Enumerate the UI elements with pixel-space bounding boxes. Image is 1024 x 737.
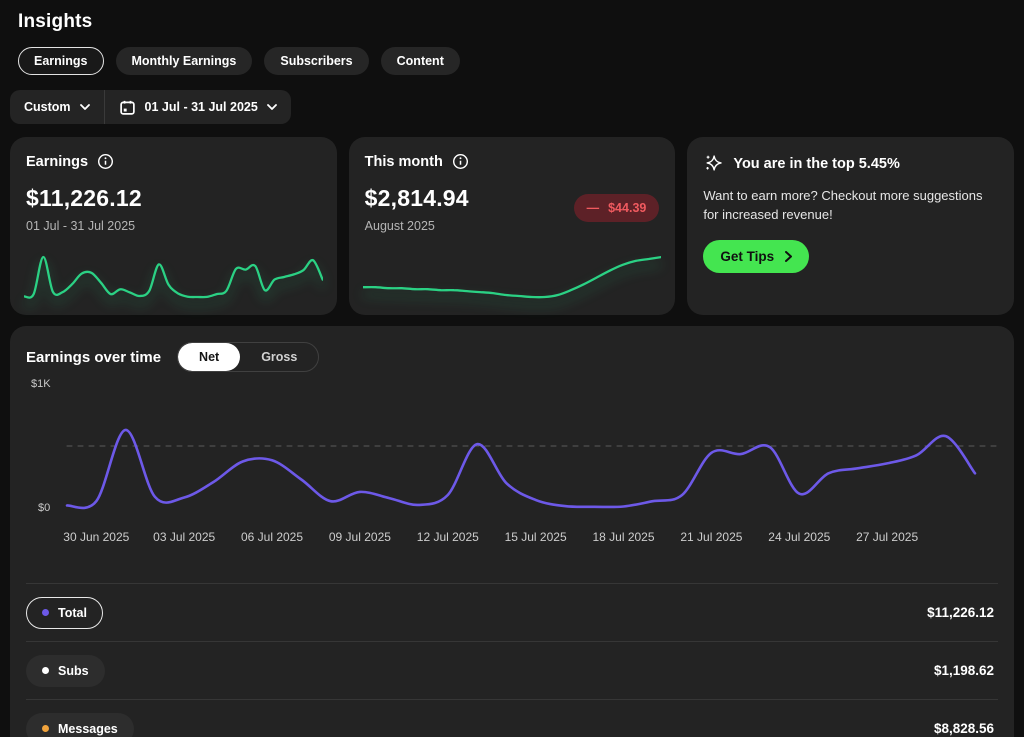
date-filter-bar: Custom 01 Jul - 31 Jul 2025 [10,90,291,124]
legend-value-subs: $1,198.62 [933,663,994,678]
chevron-down-icon [79,104,90,110]
earnings-over-time-panel: Earnings over time Net Gross $1K $0 30 J… [10,326,1014,737]
x-axis-tick: 27 Jul 2025 [856,530,919,544]
calendar-icon [119,99,136,116]
chart-canvas [65,428,998,510]
date-range-dropdown[interactable]: 01 Jul - 31 Jul 2025 [105,90,291,124]
legend-row-total: Total $11,226.12 [26,583,998,641]
tips-card-title: You are in the top 5.45% [733,155,900,172]
total-dot-icon [42,609,49,616]
legend-row-messages: Messages $8,828.56 [26,699,998,737]
tab-earnings[interactable]: Earnings [18,47,104,75]
earnings-sparkline [22,249,324,305]
messages-dot-icon [42,725,49,732]
x-axis-tick: 30 Jun 2025 [63,530,130,544]
legend-pill-messages[interactable]: Messages [26,712,134,737]
earnings-amount: $11,226.12 [26,185,142,211]
legend-label-subs: Subs [58,663,89,678]
legend-value-total: $11,226.12 [927,605,994,620]
line-chart[interactable]: $1K $0 [26,376,998,528]
delta-amount: $44.39 [608,201,647,215]
tab-monthly-earnings[interactable]: Monthly Earnings [115,47,253,75]
x-axis-tick: 12 Jul 2025 [416,530,479,544]
tips-card: You are in the top 5.45% Want to earn mo… [687,137,1015,315]
earnings-period: 01 Jul - 31 Jul 2025 [26,219,136,233]
x-axis-tick: 21 Jul 2025 [680,530,743,544]
this-month-sparkline [361,249,663,305]
page-title: Insights [18,11,93,32]
legend-value-messages: $8,828.56 [933,721,994,736]
x-axis-tick: 06 Jul 2025 [240,530,304,544]
x-axis-tick: 18 Jul 2025 [592,530,655,544]
this-month-card: This month $2,814.94 August 2025 — $44.3… [348,137,676,315]
date-range-label: 01 Jul - 31 Jul 2025 [144,100,258,114]
chevron-right-icon [785,250,793,262]
range-preset-dropdown[interactable]: Custom [10,90,104,124]
delta-badge: — $44.39 [573,194,660,222]
net-gross-toggle: Net Gross [177,342,320,372]
x-axis-tick: 15 Jul 2025 [504,530,567,544]
x-axis-tick: 09 Jul 2025 [328,530,391,544]
legend-pill-subs[interactable]: Subs [26,654,105,687]
summary-cards: Earnings $11,226.12 01 Jul - 31 Jul 2025… [10,137,1015,315]
tab-subscribers[interactable]: Subscribers [264,47,369,75]
toggle-gross[interactable]: Gross [240,343,318,371]
sparkle-icon [703,153,724,174]
info-icon[interactable] [97,153,114,170]
delta-sign: — [586,201,600,215]
legend-row-subs: Subs $1,198.62 [26,641,998,699]
info-icon[interactable] [452,153,469,170]
range-preset-label: Custom [24,100,71,114]
chart-title: Earnings over time [26,348,162,366]
get-tips-label: Get Tips [720,248,775,264]
subs-dot-icon [42,667,49,674]
x-axis-tick: 24 Jul 2025 [768,530,831,544]
tab-content[interactable]: Content [380,47,460,75]
toggle-net[interactable]: Net [178,343,241,371]
x-axis-labels: 30 Jun 2025 03 Jul 2025 06 Jul 2025 09 Jul … [26,530,998,550]
this-month-card-title: This month [364,153,443,170]
x-axis-tick: 03 Jul 2025 [153,530,216,544]
legend-pill-total[interactable]: Total [26,596,103,629]
get-tips-button[interactable]: Get Tips [703,239,810,273]
chevron-down-icon [266,104,277,110]
earnings-card: Earnings $11,226.12 01 Jul - 31 Jul 2025 [10,137,337,315]
legend-label-total: Total [58,605,87,620]
tips-body-text: Want to earn more? Checkout more suggest… [703,188,983,222]
earnings-card-title: Earnings [26,153,89,170]
insights-tabs: Earnings Monthly Earnings Subscribers Co… [18,47,1014,75]
legend-label-messages: Messages [58,721,118,736]
